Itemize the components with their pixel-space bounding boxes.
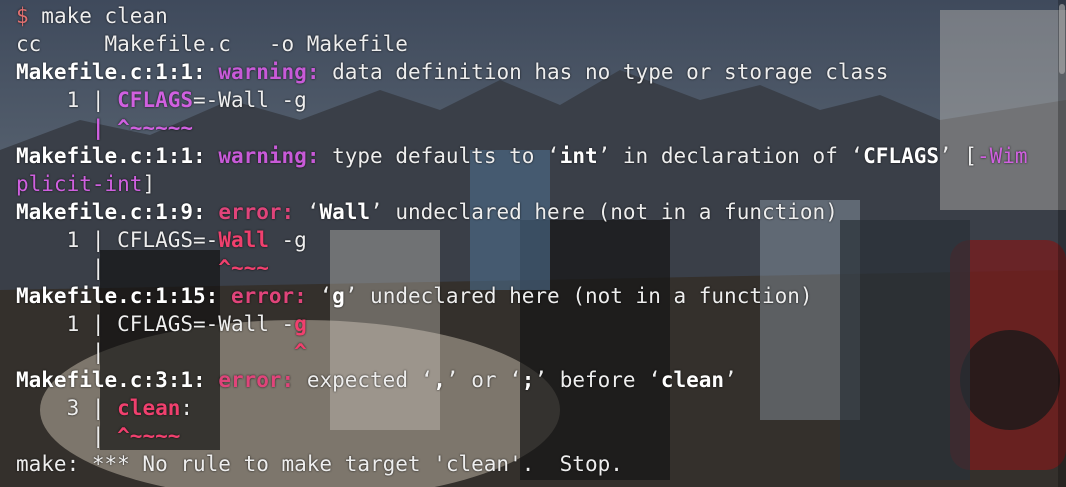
command-line: $ make clean xyxy=(16,2,1028,30)
error-3-source-num: 3 | xyxy=(16,396,118,420)
error-1-source-num: 1 | xyxy=(16,228,118,252)
warning-2-int: int xyxy=(559,144,598,168)
error-1-source-highlight: Wall xyxy=(218,228,269,252)
error-3-line: Makefile.c:3:1: error: expected ‘,’ or ‘… xyxy=(16,366,1028,394)
error-2-location: Makefile.c:1:15: xyxy=(16,284,219,308)
error-1-source: 1 | CFLAGS=-Wall -g xyxy=(16,226,1028,254)
error-3-comma: , xyxy=(433,368,446,392)
error-2-source: 1 | CFLAGS=-Wall -g xyxy=(16,310,1028,338)
warning-1-location: Makefile.c:1:1: xyxy=(16,60,206,84)
scrollbar-thumb[interactable] xyxy=(1059,4,1065,74)
error-3-clean: clean xyxy=(660,368,725,392)
warning-2-flag-b: plicit-int xyxy=(16,172,143,196)
warning-2-message-a: type defaults to ‘ xyxy=(319,144,560,168)
error-3-kind: error: xyxy=(218,368,295,392)
error-3-message-a: expected ‘ xyxy=(294,368,434,392)
error-2-caret-gutter: | xyxy=(16,340,295,364)
error-1-message-a: ‘ xyxy=(294,200,320,224)
error-1-line: Makefile.c:1:9: error: ‘Wall’ undeclared… xyxy=(16,198,1028,226)
error-1-source-a: CFLAGS=- xyxy=(117,228,219,252)
error-2-line: Makefile.c:1:15: error: ‘g’ undeclared h… xyxy=(16,282,1028,310)
error-3-message-b: ’ or ‘ xyxy=(445,368,522,392)
warning-1-caret: | ^~~~~~ xyxy=(16,116,194,140)
error-1-message-b: ’ undeclared here (not in a function) xyxy=(370,200,838,224)
error-2-caret-line: | ^ xyxy=(16,338,1028,366)
warning-1-line: Makefile.c:1:1: warning: data definition… xyxy=(16,58,1028,86)
error-3-message-d: ’ xyxy=(724,368,737,392)
error-3-caret-line: | ^~~~~ xyxy=(16,422,1028,450)
command-text: make clean xyxy=(28,4,168,28)
terminal-scrollbar[interactable] xyxy=(1058,0,1066,487)
error-3-source-rest: : xyxy=(180,396,194,420)
warning-2-cflags: CFLAGS xyxy=(863,144,939,168)
warning-2-wrap: plicit-int] xyxy=(16,170,1028,198)
error-1-kind: error: xyxy=(218,200,295,224)
error-2-caret: ^ xyxy=(294,340,307,364)
error-2-g: g xyxy=(332,284,345,308)
warning-2-location: Makefile.c:1:1: xyxy=(16,144,206,168)
warning-1-source-num: 1 | xyxy=(16,88,118,112)
error-2-source-highlight: g xyxy=(294,312,307,336)
error-1-wall: Wall xyxy=(319,200,371,224)
warning-2-line: Makefile.c:1:1: warning: type defaults t… xyxy=(16,142,1028,170)
error-3-message-c: ’ before ‘ xyxy=(534,368,661,392)
error-3-location: Makefile.c:3:1: xyxy=(16,368,206,392)
warning-1-source-highlight: CFLAGS xyxy=(117,88,194,112)
warning-1-source: 1 | CFLAGS=-Wall -g xyxy=(16,86,1028,114)
error-1-caret: ^~~~ xyxy=(218,256,269,280)
warning-1-kind: warning: xyxy=(218,60,320,84)
terminal-output: $ make clean cc Makefile.c -o Makefile M… xyxy=(0,0,1028,478)
error-3-semicolon: ; xyxy=(521,368,535,392)
cc-line: cc Makefile.c -o Makefile xyxy=(16,32,408,56)
make-result-line: make: *** No rule to make target 'clean'… xyxy=(16,452,623,476)
error-2-message-b: ’ undeclared here (not in a function) xyxy=(344,284,813,308)
error-2-source-a: CFLAGS=-Wall - xyxy=(117,312,295,336)
warning-1-source-rest: =-Wall -g xyxy=(193,88,307,112)
error-3-source: 3 | clean: xyxy=(16,394,1028,422)
warning-1-message: data definition has no type or storage c… xyxy=(319,60,889,84)
error-2-kind: error: xyxy=(230,284,307,308)
error-3-source-highlight: clean xyxy=(117,396,181,420)
error-1-source-b: -g xyxy=(268,228,307,252)
error-2-source-num: 1 | xyxy=(16,312,118,336)
warning-2-kind: warning: xyxy=(218,144,320,168)
warning-2-message-b: ’ in declaration of ‘ xyxy=(597,144,864,168)
error-1-caret-gutter: | xyxy=(16,256,219,280)
error-2-message-a: ‘ xyxy=(306,284,333,308)
error-3-caret-gutter: | xyxy=(16,424,118,448)
error-1-caret-line: | ^~~~ xyxy=(16,254,1028,282)
warning-2-message-c: ’ [ xyxy=(939,144,977,168)
warning-2-close: ] xyxy=(142,172,156,196)
warning-2-flag-a: -Wim xyxy=(976,144,1028,168)
prompt-symbol: $ xyxy=(16,4,29,28)
error-1-location: Makefile.c:1:9: xyxy=(16,200,206,224)
error-3-caret: ^~~~~ xyxy=(117,424,181,448)
